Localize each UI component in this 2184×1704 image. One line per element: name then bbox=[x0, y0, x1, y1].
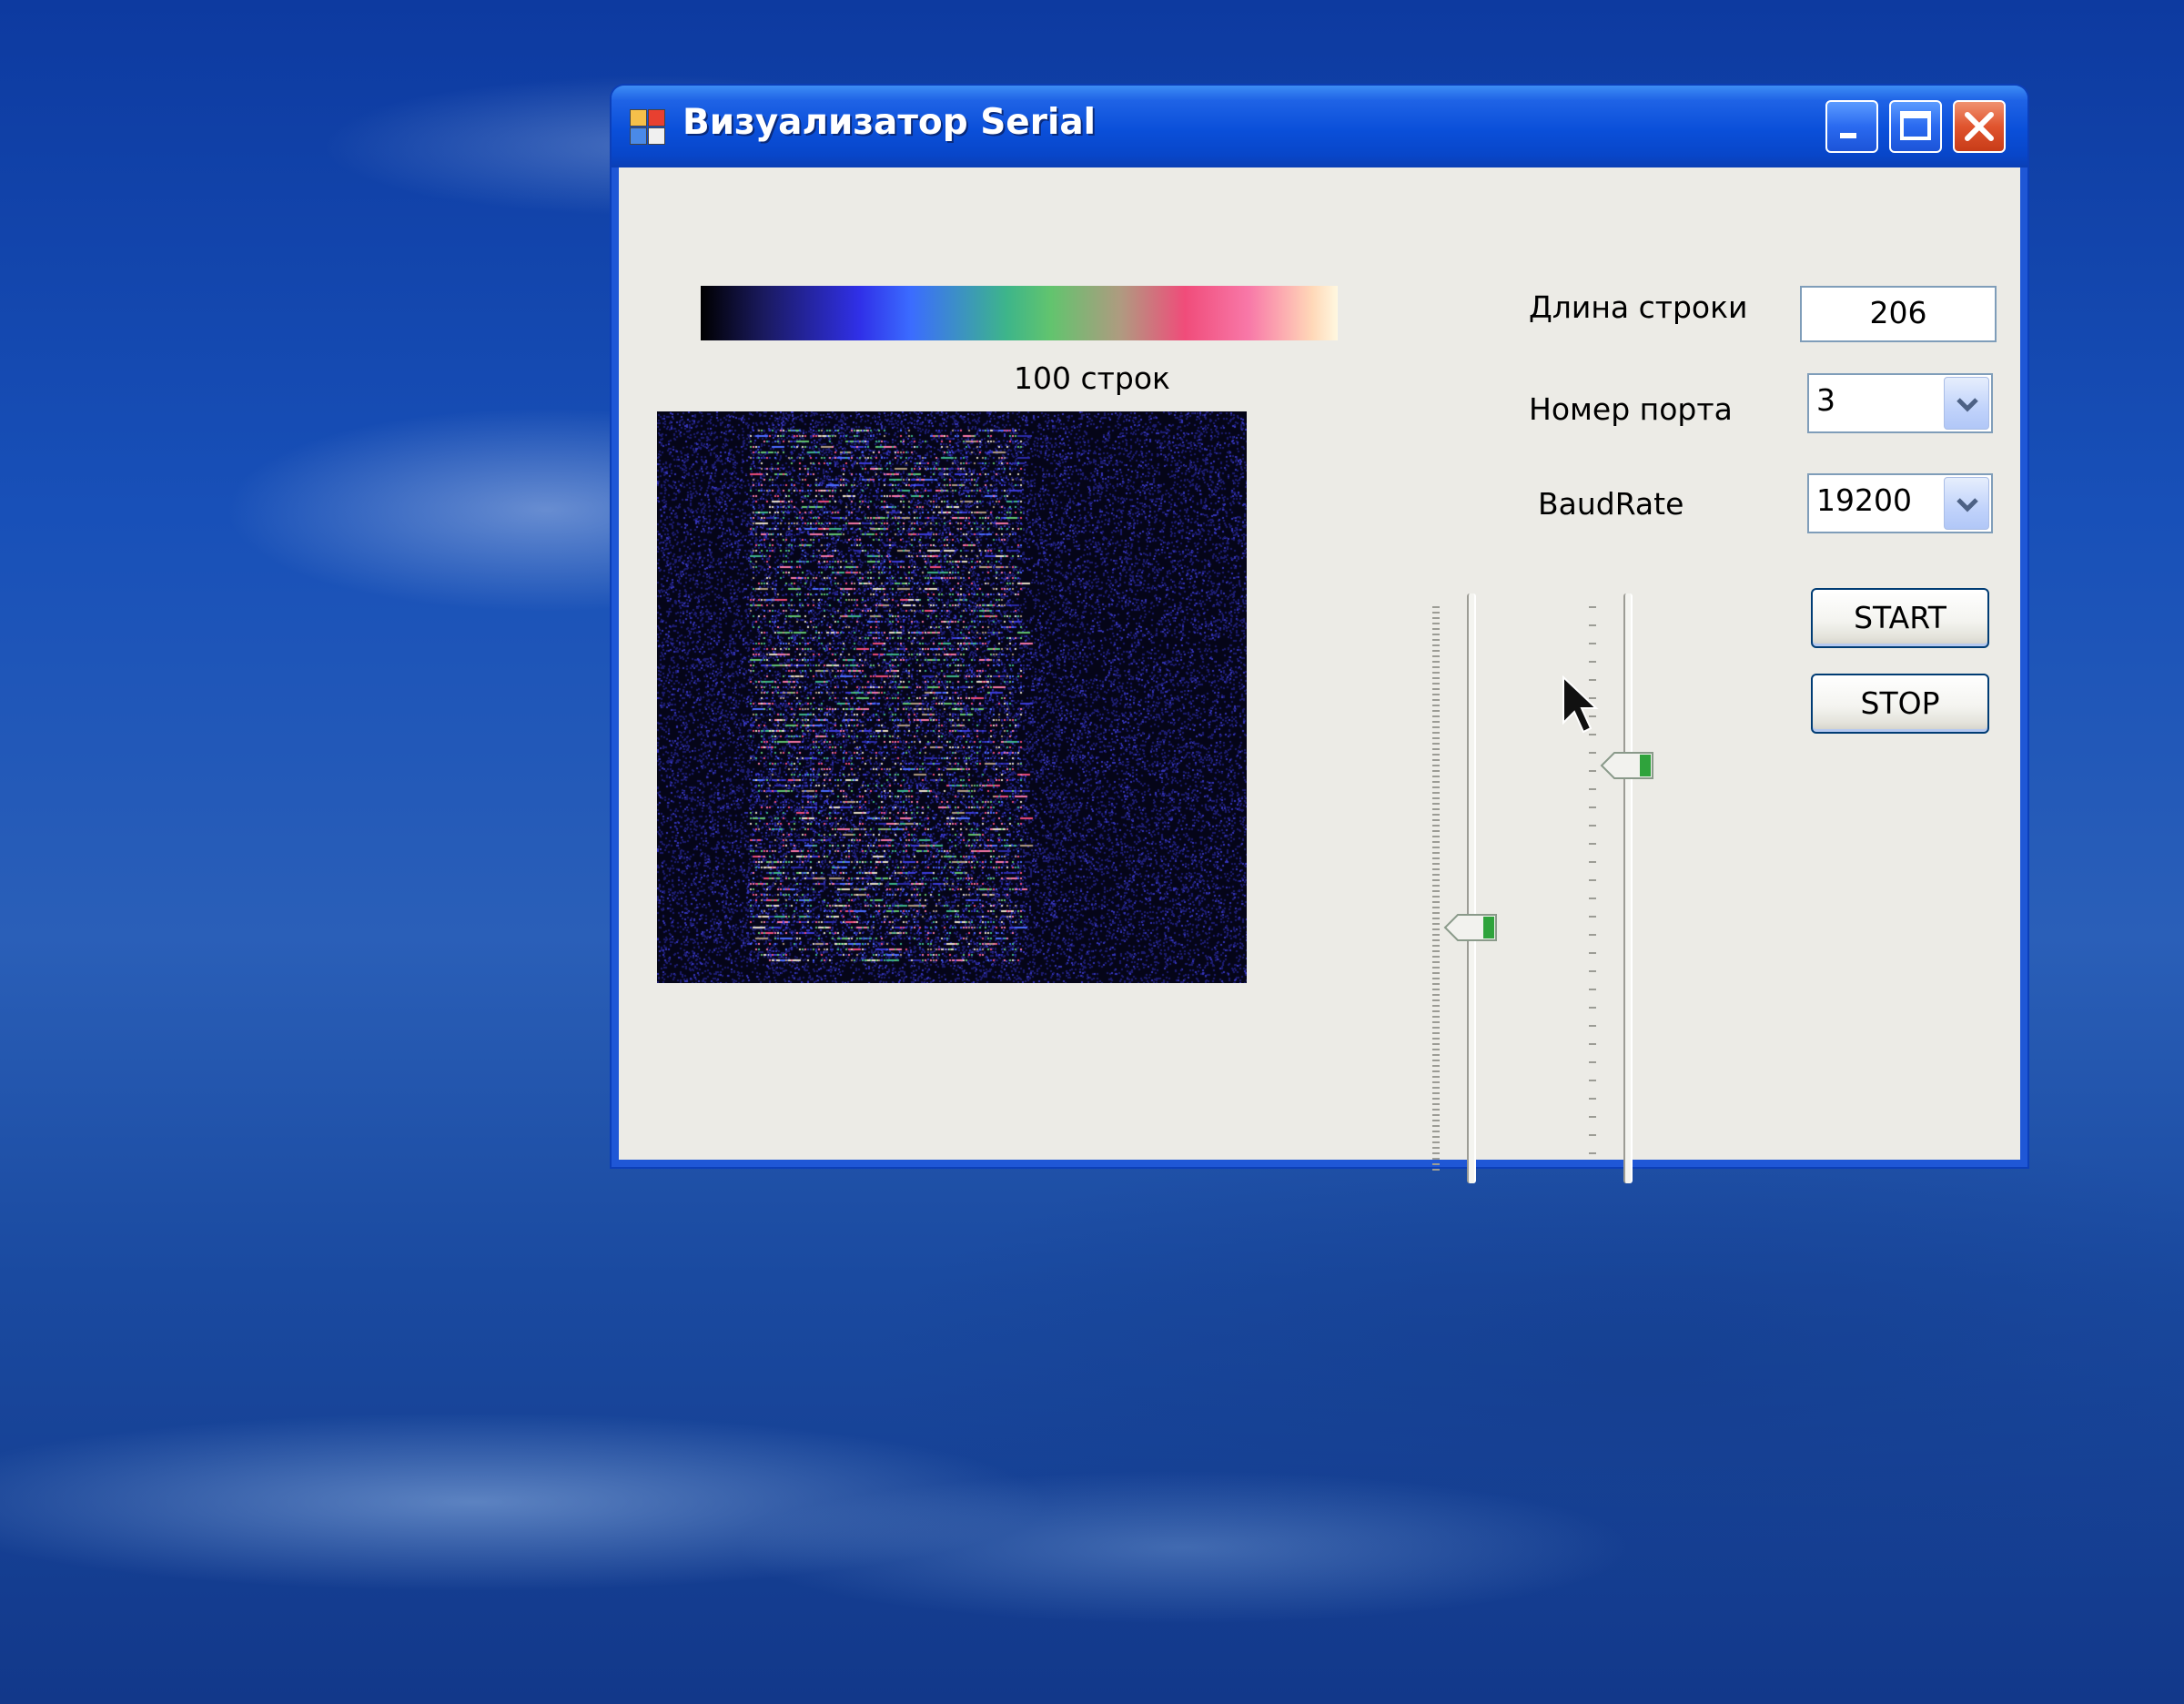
close-icon bbox=[1965, 112, 1994, 141]
slider-ticks bbox=[1432, 606, 1440, 1171]
mouse-cursor-icon bbox=[1562, 675, 1599, 734]
close-button[interactable] bbox=[1953, 100, 2006, 153]
baud-dropdown-button[interactable] bbox=[1944, 477, 1989, 530]
baud-select[interactable]: 19200 bbox=[1807, 473, 1993, 533]
port-select[interactable]: 3 bbox=[1807, 373, 1993, 433]
line-length-value: 206 bbox=[1869, 295, 1927, 330]
maximize-button[interactable] bbox=[1889, 100, 1942, 153]
minimize-icon bbox=[1840, 133, 1856, 138]
window-title: Визуализатор Serial bbox=[682, 102, 1097, 143]
app-window: Визуализатор Serial 100 строк Длина стро… bbox=[612, 86, 2027, 1183]
port-label: Номер порта bbox=[1529, 391, 1733, 427]
color-legend bbox=[701, 286, 1338, 340]
start-button[interactable]: START bbox=[1811, 588, 1989, 648]
line-length-input[interactable]: 206 bbox=[1800, 286, 1997, 342]
visualization-canvas bbox=[657, 411, 1247, 983]
slider-thumb[interactable] bbox=[1443, 911, 1498, 944]
right-slider[interactable] bbox=[1587, 593, 1696, 1183]
chevron-down-icon bbox=[1956, 398, 1978, 412]
minimize-button[interactable] bbox=[1825, 100, 1878, 153]
app-icon bbox=[630, 109, 666, 146]
port-dropdown-button[interactable] bbox=[1944, 377, 1989, 430]
title-bar[interactable]: Визуализатор Serial bbox=[612, 86, 2027, 167]
slider-track bbox=[1623, 593, 1633, 1183]
baud-value: 19200 bbox=[1816, 482, 1912, 518]
slider-track bbox=[1467, 593, 1476, 1183]
port-value: 3 bbox=[1816, 382, 1835, 418]
client-area: 100 строк Длина строки 206 Номер порта 3… bbox=[619, 167, 2020, 1183]
rows-label: 100 строк bbox=[1014, 360, 1170, 396]
line-length-label: Длина строки bbox=[1529, 289, 1748, 325]
slider-thumb[interactable] bbox=[1600, 749, 1654, 782]
maximize-icon bbox=[1900, 111, 1931, 140]
chevron-down-icon bbox=[1956, 498, 1978, 512]
left-slider[interactable] bbox=[1431, 593, 1540, 1183]
baud-label: BaudRate bbox=[1538, 486, 1684, 522]
stop-button[interactable]: STOP bbox=[1811, 674, 1989, 734]
